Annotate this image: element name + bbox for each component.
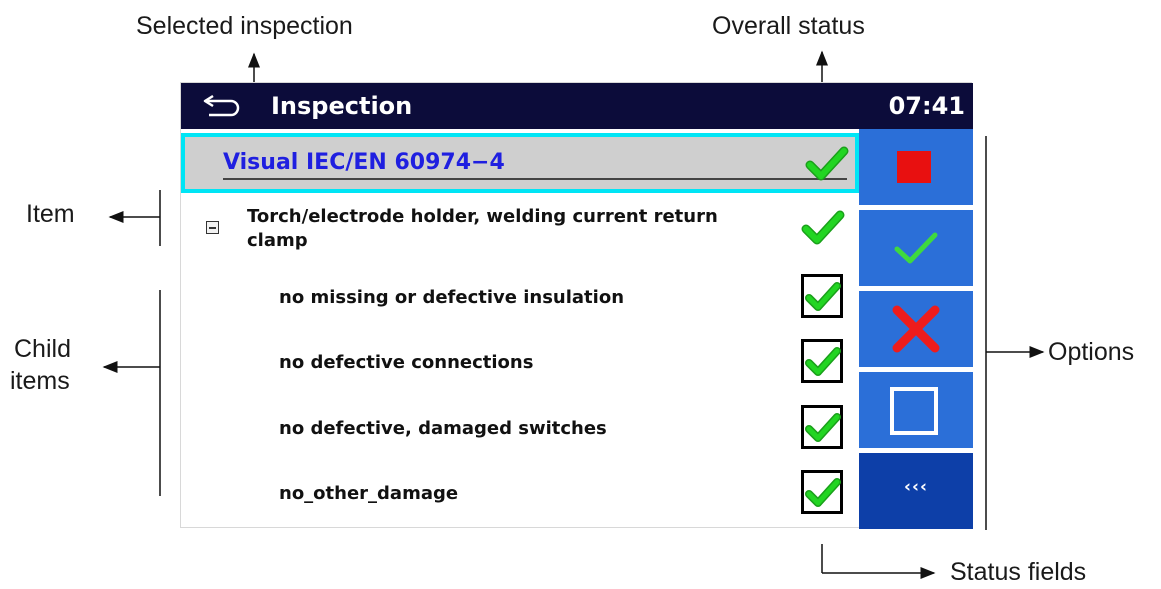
more-icon: ‹‹‹: [903, 477, 929, 497]
check-icon: [805, 347, 841, 376]
inspection-list: Visual IEC/EN 60974−4 Torch/electrode ho…: [181, 129, 859, 529]
selected-inspection-row[interactable]: Visual IEC/EN 60974−4: [181, 133, 859, 193]
stop-button[interactable]: [859, 129, 973, 205]
page-title: Inspection: [271, 92, 413, 120]
more-options-button[interactable]: ‹‹‹: [859, 453, 973, 529]
title-bar: Inspection 07:41: [181, 83, 973, 129]
clock: 07:41: [888, 92, 965, 120]
check-icon: [805, 282, 841, 311]
pass-icon: [894, 232, 938, 264]
back-icon[interactable]: [201, 90, 247, 127]
item-status-check-icon: [801, 207, 845, 252]
child-item-status-field[interactable]: [801, 470, 843, 514]
child-item-row[interactable]: no_other_damage: [181, 463, 859, 525]
child-item-label: no_other_damage: [279, 483, 459, 504]
child-item-label: no defective, damaged switches: [279, 418, 607, 439]
clear-status-button[interactable]: [859, 372, 973, 448]
collapse-icon[interactable]: [206, 221, 219, 234]
item-row[interactable]: Torch/electrode holder, welding current …: [181, 195, 859, 263]
pass-button[interactable]: [859, 210, 973, 286]
fail-icon: [892, 305, 940, 353]
overall-status-check-icon: [805, 143, 849, 188]
selected-inspection-underline: [223, 178, 847, 180]
child-item-label: no missing or defective insulation: [279, 287, 625, 308]
stop-icon: [897, 151, 931, 183]
options-panel: ‹‹‹: [859, 129, 973, 529]
child-item-row[interactable]: no defective connections: [181, 332, 859, 394]
child-item-row[interactable]: no missing or defective insulation: [181, 267, 859, 329]
check-icon: [805, 478, 841, 507]
child-item-status-field[interactable]: [801, 339, 843, 383]
item-label: Torch/electrode holder, welding current …: [247, 206, 718, 251]
empty-square-icon: [890, 387, 938, 435]
fail-button[interactable]: [859, 291, 973, 367]
child-item-row[interactable]: no defective, damaged switches: [181, 398, 859, 460]
device-screen: Inspection 07:41 Visual IEC/EN 60974−4 T…: [180, 82, 973, 529]
check-icon: [805, 413, 841, 442]
child-item-status-field[interactable]: [801, 274, 843, 318]
child-item-label: no defective connections: [279, 352, 534, 373]
selected-inspection-label: Visual IEC/EN 60974−4: [223, 150, 505, 175]
child-item-status-field[interactable]: [801, 405, 843, 449]
